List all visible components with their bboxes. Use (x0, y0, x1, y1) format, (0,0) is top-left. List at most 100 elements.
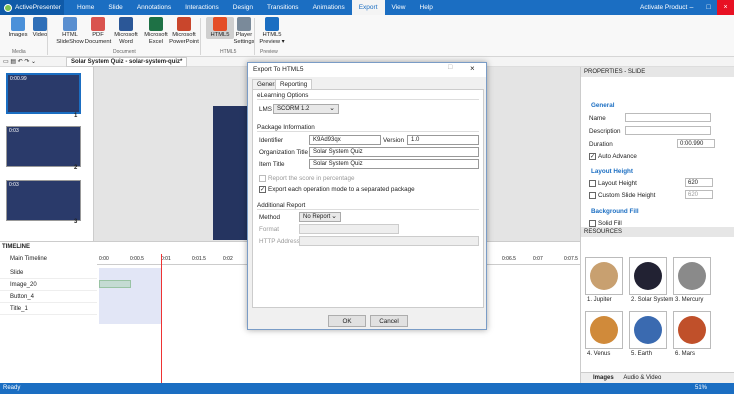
ribbon-button-pdf[interactable]: PDF Document (84, 17, 112, 45)
tab-annotations[interactable]: Annotations (130, 0, 178, 15)
section-background-fill[interactable]: Background Fill (591, 208, 639, 215)
timeline-tick: 0:01.5 (192, 256, 206, 262)
status-bar: Ready 51% (0, 383, 734, 394)
ribbon-button-html5[interactable]: HTML5 Preview ▾ (258, 17, 286, 45)
slide-number: 3 (74, 219, 78, 225)
ribbon-button-video[interactable]: Video (26, 17, 54, 39)
resource-thumbnail[interactable] (629, 257, 667, 295)
ribbon-button-label: Microsoft PowerPoint (169, 32, 199, 45)
planet-image (678, 316, 706, 344)
ribbon-button-microsoft[interactable]: Microsoft Word (112, 17, 140, 45)
description-field[interactable] (625, 126, 711, 135)
identifier-field[interactable]: K9Ad93qx (309, 135, 381, 145)
minimize-icon[interactable]: – (683, 0, 700, 15)
section-general[interactable]: General (591, 102, 614, 109)
export-each-mode-checkbox[interactable]: ✓ Export each operation mode to a separat… (259, 186, 415, 193)
slide-thumbnail-1[interactable]: 0:00.99 (6, 73, 81, 114)
tab-images[interactable]: Images (593, 375, 614, 381)
tab-slide[interactable]: Slide (101, 0, 129, 15)
maximize-icon[interactable]: □ (700, 0, 717, 15)
export-html5-dialog: Export To HTML5 □ × General Reporting eL… (247, 62, 487, 330)
ribbon-icon (33, 17, 47, 31)
timeline-row[interactable]: Slide (0, 268, 97, 279)
ribbon-icon (11, 17, 25, 31)
item-title-label: Item Title (259, 161, 285, 168)
method-select[interactable]: No Report (299, 212, 341, 222)
timeline-tick: 0:01 (161, 256, 171, 262)
version-field[interactable]: 1.0 (407, 135, 479, 145)
timeline-tick: 0:00 (99, 256, 109, 262)
custom-height-field[interactable]: 620 (685, 190, 713, 199)
ribbon-button-html[interactable]: HTML SlideShow (56, 17, 84, 45)
app-menu-button[interactable]: ActivePresenter (0, 0, 64, 15)
ribbon-icon (63, 17, 77, 31)
auto-advance-checkbox[interactable]: ✓ Auto Advance (589, 153, 637, 160)
zoom-level: 51% (695, 385, 708, 391)
format-select[interactable] (299, 224, 399, 234)
activate-product-link[interactable]: Activate Product (640, 0, 687, 15)
http-address-field[interactable] (299, 236, 479, 246)
ribbon-icon (119, 17, 133, 31)
resource-label: 5. Earth (631, 351, 653, 357)
close-icon[interactable]: × (717, 0, 734, 15)
slide-thumbnail-2[interactable]: 0:03 (6, 126, 81, 167)
playhead[interactable] (161, 254, 162, 384)
timeline-row[interactable]: Button_4 (0, 292, 97, 303)
ribbon-icon (213, 17, 227, 31)
org-title-field[interactable]: Solar System Quiz (309, 147, 479, 157)
name-field[interactable] (625, 113, 711, 122)
main-timeline-select[interactable]: Main Timeline (10, 256, 47, 262)
tab-transitions[interactable]: Transitions (260, 0, 306, 15)
title-bar: ActivePresenter Home Slide Annotations Inte… (0, 0, 734, 15)
org-title-label: Organization Title (259, 149, 309, 156)
resource-thumbnail[interactable] (585, 311, 623, 349)
score-percentage-checkbox[interactable]: Report the score in percentage (259, 175, 354, 182)
quick-access-icons[interactable]: ▭ ▤ ↶ ↷ ⌄ (3, 58, 36, 65)
layout-height-checkbox[interactable]: Layout Height (589, 180, 637, 187)
ribbon: Images Video HTML SlideShow PDF Document Mic… (0, 15, 734, 57)
resource-thumbnail[interactable] (629, 311, 667, 349)
reporting-panel: eLearning Options LMS SCORM 1.2 Package … (252, 89, 484, 308)
tab-help[interactable]: Help (413, 0, 440, 15)
slide-thumbnail-3[interactable]: 0:03 (6, 180, 81, 221)
duration-field[interactable]: 0:00.990 (677, 139, 715, 148)
resource-thumbnail[interactable] (673, 257, 711, 295)
resource-label: 4. Venus (587, 351, 611, 357)
resource-thumbnail[interactable] (585, 257, 623, 295)
item-title-field[interactable]: Solar System Quiz (309, 159, 479, 169)
tab-design[interactable]: Design (226, 0, 260, 15)
tab-view[interactable]: View (385, 0, 413, 15)
lms-select[interactable]: SCORM 1.2 (273, 104, 339, 114)
tab-animations[interactable]: Animations (306, 0, 352, 15)
ribbon-button-label: PDF Document (84, 32, 112, 45)
tab-reporting[interactable]: Reporting (275, 79, 313, 89)
section-layout-height[interactable]: Layout Height (591, 168, 633, 175)
custom-slide-height-checkbox[interactable]: Custom Slide Height (589, 192, 655, 199)
ribbon-button-microsoft[interactable]: Microsoft PowerPoint (169, 17, 199, 45)
ribbon-button-label: HTML5 Preview ▾ (259, 32, 285, 45)
lms-label: LMS (259, 106, 272, 113)
ribbon-button-microsoft[interactable]: Microsoft Excel (142, 17, 170, 45)
layout-height-field[interactable]: 620 (685, 178, 713, 187)
dialog-close-icon[interactable]: × (470, 64, 475, 73)
timeline-row[interactable]: Image_20 (0, 280, 97, 291)
timeline-tick: 0:02 (223, 256, 233, 262)
cancel-button[interactable]: Cancel (370, 315, 408, 327)
tab-home[interactable]: Home (70, 0, 101, 15)
ribbon-icon (265, 17, 279, 31)
duration-label: Duration (589, 141, 613, 148)
ribbon-icon (177, 17, 191, 31)
ribbon-tabs: Home Slide Annotations Interactions Design Tr… (70, 0, 440, 15)
timeline-row[interactable]: Title_1 (0, 304, 97, 315)
tab-audio-video[interactable]: Audio & Video (623, 375, 661, 381)
ok-button[interactable]: OK (328, 315, 366, 327)
tab-export[interactable]: Export (351, 0, 385, 15)
document-tab[interactable]: Solar System Quiz - solar-system-quiz* (66, 57, 188, 67)
ribbon-icon (91, 17, 105, 31)
http-address-label: HTTP Address (259, 238, 300, 245)
dialog-maximize-icon[interactable]: □ (448, 64, 452, 71)
status-text: Ready (3, 385, 21, 391)
resource-thumbnail[interactable] (673, 311, 711, 349)
ribbon-button-label: HTML5 (210, 32, 230, 38)
tab-interactions[interactable]: Interactions (178, 0, 226, 15)
